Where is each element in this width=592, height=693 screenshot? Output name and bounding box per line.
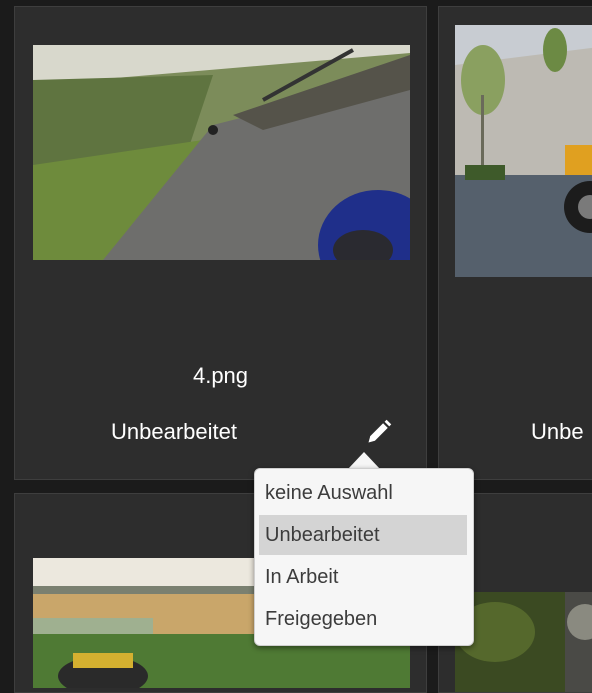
status-dropdown-menu: keine Auswahl Unbearbeitet In Arbeit Fre… [254,468,474,646]
status-option-keine-auswahl[interactable]: keine Auswahl [259,473,467,513]
status-option-freigegeben[interactable]: Freigegeben [259,599,467,639]
edit-status-button[interactable] [365,418,393,446]
dropdown-caret [348,452,380,469]
status-label-2: Unbe [531,419,584,444]
thumbnail-image-2[interactable] [455,25,592,277]
thumbnail-image-4[interactable] [455,592,592,692]
thumbnail-image-1[interactable] [33,45,410,260]
pencil-icon [368,419,392,443]
image-card-1[interactable]: 4.png Unbearbeitet [14,6,427,480]
image-card-2[interactable]: Unbe [438,6,592,480]
filename-label: 4.png [192,363,249,388]
status-option-in-arbeit[interactable]: In Arbeit [259,557,467,597]
status-option-unbearbeitet[interactable]: Unbearbeitet [259,515,467,555]
status-label: Unbearbeitet [111,419,237,444]
